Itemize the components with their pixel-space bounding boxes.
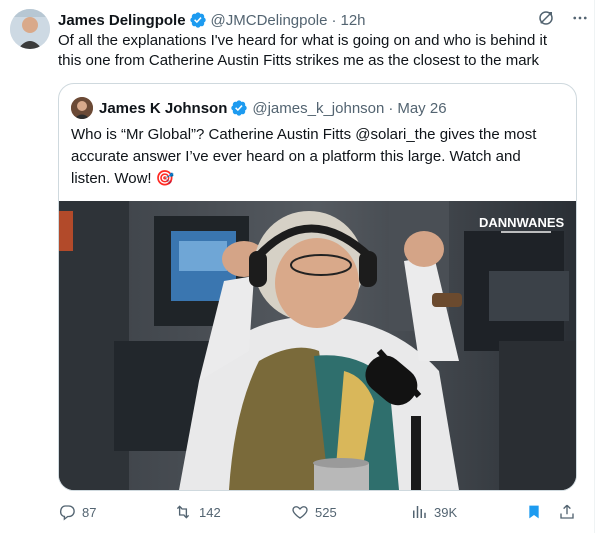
like-count: 525 (315, 504, 337, 520)
reply-count: 87 (82, 504, 97, 520)
views-button[interactable]: 39K (410, 503, 457, 521)
like-icon (292, 506, 308, 519)
quoted-date: May 26 (397, 99, 447, 117)
video-player[interactable]: DANNWANES (59, 201, 576, 490)
views-count: 39K (434, 504, 458, 520)
video-frame: DANNWANES (59, 201, 576, 490)
author-name[interactable]: James Delingpole (58, 12, 186, 29)
reply-button[interactable]: 87 (58, 503, 96, 521)
separator: · (388, 99, 394, 117)
quoted-author-handle: @james_k_johnson (252, 99, 385, 117)
views-icon (413, 506, 426, 518)
quoted-header: James K Johnson @james_k_johnson · May 2… (71, 96, 447, 120)
header-actions (537, 9, 589, 27)
quoted-tweet[interactable]: James K Johnson @james_k_johnson · May 2… (58, 83, 577, 491)
bookmark-button[interactable] (526, 503, 542, 521)
quoted-text: Who is “Mr Global”? Catherine Austin Fit… (71, 126, 537, 187)
timestamp[interactable]: 12h (341, 12, 366, 29)
author-handle[interactable]: @JMCDelingpole (211, 12, 328, 29)
tweet-header: James Delingpole @JMCDelingpole · 12h (58, 9, 577, 31)
retweet-icon (176, 505, 190, 519)
reply-icon (59, 505, 75, 521)
bookmark-icon (529, 505, 539, 519)
avatar[interactable] (10, 9, 50, 49)
share-icon (560, 504, 574, 519)
retweet-button[interactable]: 142 (173, 503, 221, 521)
verified-badge-icon (231, 100, 248, 116)
tweet-text: Of all the explanations I've heard for w… (58, 32, 548, 69)
like-button[interactable]: 525 (291, 503, 337, 521)
quoted-avatar (71, 97, 93, 119)
verified-badge-icon (189, 12, 206, 28)
share-button[interactable] (558, 503, 576, 521)
quoted-author-name: James K Johnson (99, 99, 228, 117)
separator: · (331, 11, 337, 29)
grok-icon[interactable] (537, 9, 555, 27)
video-watermark: DANNWANES (479, 215, 565, 230)
retweet-count: 142 (199, 504, 221, 520)
timeline-border (594, 0, 595, 533)
action-bar: 87 142 525 39K (58, 503, 578, 523)
more-icon[interactable] (571, 9, 589, 27)
